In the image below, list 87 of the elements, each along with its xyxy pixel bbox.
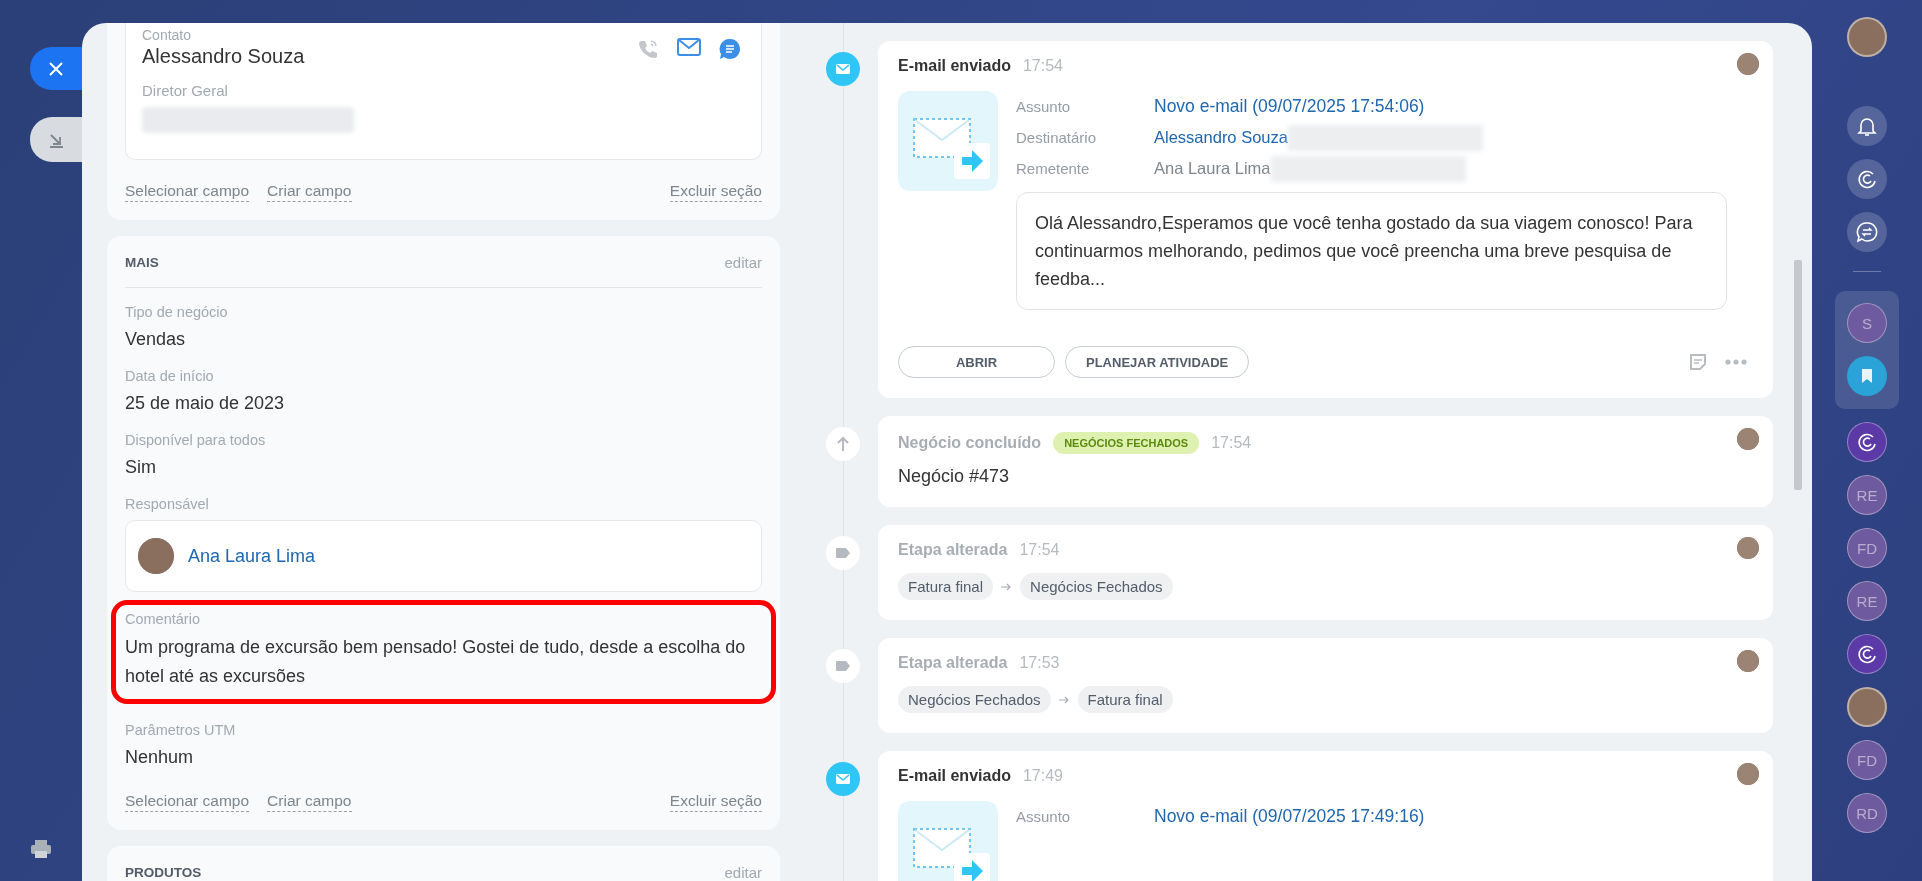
- field-label: Parâmetros UTM: [125, 722, 237, 738]
- scrollbar-thumb[interactable]: [1794, 260, 1802, 490]
- field-value: Ana Laura Lima: [1154, 159, 1271, 178]
- field-value: Vendas: [125, 328, 187, 351]
- section-title: MAIS: [125, 255, 159, 270]
- field-label: Comentário: [125, 611, 201, 627]
- contact-position: Diretor Geral: [142, 82, 229, 99]
- stage-chip: Fatura final: [898, 573, 994, 600]
- deal-name[interactable]: Negócio #473: [898, 466, 1753, 487]
- event-time: 17:54: [1019, 541, 1060, 559]
- printer-icon[interactable]: [30, 839, 52, 859]
- field-value: Sim: [125, 456, 157, 479]
- close-button[interactable]: [30, 47, 82, 90]
- field-link[interactable]: Alessandro Souza: [1154, 128, 1288, 147]
- action-button[interactable]: ABRIR: [898, 346, 1055, 378]
- event-title: Negócio concluído: [898, 434, 1042, 452]
- event-time: 17:54: [1211, 434, 1252, 452]
- contact-avatar[interactable]: FD: [1847, 740, 1887, 780]
- field-label: Assunto: [1016, 808, 1072, 825]
- field-label: Data de início: [125, 368, 215, 384]
- contact-avatar[interactable]: RD: [1847, 793, 1887, 833]
- section-title: PRODUTOS: [125, 865, 202, 880]
- arrow-down-right-icon: [48, 131, 64, 148]
- spiral-icon[interactable]: [1847, 422, 1887, 462]
- email-preview: Olá Alessandro,Esperamos que você tenha gostado da sua viagem conosco! Para continuarmos melhorando, pedimos que você preencha uma breve pesquisa de feedba...: [1016, 192, 1727, 310]
- delete-section-link[interactable]: Excluir seção: [669, 182, 762, 202]
- field-label: Tipo de negócio: [125, 304, 229, 320]
- avatar-icon: [138, 538, 174, 574]
- edit-link[interactable]: editar: [724, 254, 762, 271]
- field-label: Assunto: [1016, 98, 1072, 115]
- edit-link[interactable]: editar: [724, 864, 762, 881]
- person-name[interactable]: Ana Laura Lima: [188, 545, 316, 567]
- spiral-icon[interactable]: [1847, 159, 1887, 199]
- link[interactable]: Criar campo: [267, 182, 352, 202]
- avatar-icon[interactable]: [1847, 17, 1887, 57]
- email-sent-icon: [898, 91, 998, 191]
- link[interactable]: Selecionar campo: [125, 792, 250, 812]
- link[interactable]: Criar campo: [267, 792, 352, 812]
- event-time: 17:54: [1022, 57, 1063, 75]
- event-title: E-mail enviado: [898, 767, 1011, 785]
- delete-section-link[interactable]: Excluir seção: [669, 792, 762, 812]
- stage-chip: Negócios Fechados: [1020, 573, 1173, 600]
- stage-chip: Negócios Fechados: [898, 686, 1051, 713]
- contact-avatar[interactable]: S: [1847, 303, 1887, 343]
- event-title: Etapa alterada: [898, 541, 1008, 559]
- field-value: 25 de maio de 2023: [125, 392, 286, 415]
- avatar-icon: [1737, 53, 1759, 75]
- event-title: E-mail enviado: [898, 57, 1011, 75]
- avatar-icon: [1737, 428, 1759, 450]
- field-label: Responsável: [125, 496, 210, 512]
- field-value: Um programa de excursão bem pensado! Gostei de tudo, desde a escolha do hotel até as excursões: [125, 636, 747, 688]
- contact-name[interactable]: Alessandro Souza: [142, 45, 745, 68]
- contact-avatar[interactable]: RE: [1847, 475, 1887, 515]
- chat-icon[interactable]: [1847, 212, 1887, 252]
- event-title: Etapa alterada: [898, 654, 1008, 672]
- arrow-right-icon: [1001, 582, 1013, 591]
- avatar-icon: [1737, 650, 1759, 672]
- avatar-icon[interactable]: [1847, 687, 1887, 727]
- bell-icon[interactable]: [1847, 106, 1887, 146]
- arrow-up-icon: [826, 427, 860, 461]
- email-event-icon: [826, 762, 860, 796]
- mail-icon[interactable]: [677, 38, 701, 56]
- bookmark-icon[interactable]: [1847, 356, 1887, 396]
- minimize-button[interactable]: [30, 117, 82, 162]
- field-label: Disponível para todos: [125, 432, 267, 448]
- tag-icon: [826, 649, 860, 683]
- event-time: 17:53: [1019, 654, 1060, 672]
- field-label: Contato: [142, 27, 193, 43]
- field-value: Nenhum: [125, 746, 195, 769]
- stage-chip: Fatura final: [1077, 686, 1173, 713]
- field-label: Destinatário: [1016, 129, 1098, 146]
- arrow-right-icon: [1058, 695, 1070, 704]
- close-icon: [49, 61, 63, 76]
- action-button[interactable]: PLANEJAR ATIVIDADE: [1065, 346, 1250, 378]
- avatar-icon: [1737, 763, 1759, 785]
- email-event-icon: [826, 52, 860, 86]
- avatar-icon: [1737, 537, 1759, 559]
- tag-icon: [826, 536, 860, 570]
- field-label: Remetente: [1016, 160, 1091, 177]
- link[interactable]: Selecionar campo: [125, 182, 250, 202]
- field-link[interactable]: Novo e-mail (09/07/2025 17:49:16): [1154, 806, 1425, 827]
- contact-avatar[interactable]: FD: [1847, 528, 1887, 568]
- contact-avatar[interactable]: RE: [1847, 581, 1887, 621]
- spiral-icon[interactable]: [1847, 634, 1887, 674]
- field-link[interactable]: Novo e-mail (09/07/2025 17:54:06): [1154, 96, 1425, 117]
- status-badge: NEGÓCIOS FECHADOS: [1053, 432, 1200, 454]
- event-time: 17:49: [1022, 767, 1063, 785]
